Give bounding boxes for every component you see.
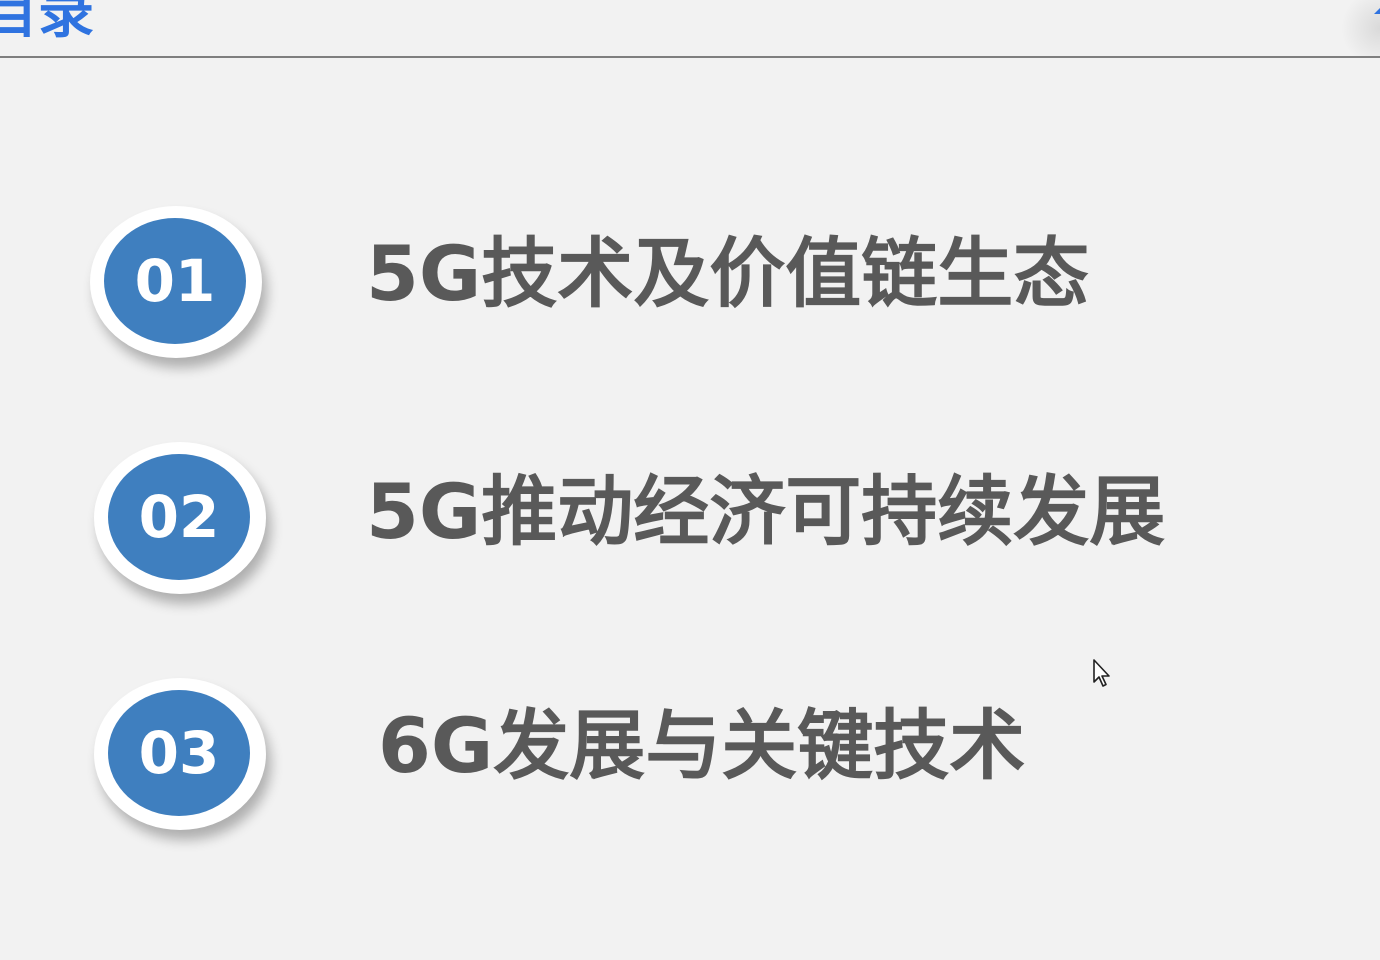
badge-number: 02 — [108, 454, 250, 580]
number-badge: 02 — [94, 442, 266, 594]
number-badge: 03 — [94, 678, 266, 830]
corner-shadow — [1332, 0, 1380, 56]
badge-number: 01 — [104, 218, 246, 344]
page-title: 目录 — [0, 0, 94, 46]
mouse-pointer-icon — [1093, 659, 1110, 687]
number-badge: 01 — [90, 206, 262, 358]
toc-item-label: 6G发展与关键技术 — [378, 701, 1026, 790]
toc-item-01[interactable]: 01 5G技术及价值链生态 — [0, 206, 1380, 366]
badge-number: 03 — [108, 690, 250, 816]
toc-item-02[interactable]: 02 5G推动经济可持续发展 — [0, 442, 1380, 602]
toc-item-03[interactable]: 03 6G发展与关键技术 — [0, 678, 1380, 838]
slide: 目录 01 5G技术及价值链生态 02 5G推动经济可持续发展 03 6G发展与… — [0, 0, 1380, 960]
toc-item-label: 5G技术及价值链生态 — [366, 229, 1090, 318]
toc-item-label: 5G推动经济可持续发展 — [366, 467, 1166, 556]
title-divider — [0, 56, 1380, 58]
corner-accent-icon — [1374, 8, 1380, 14]
